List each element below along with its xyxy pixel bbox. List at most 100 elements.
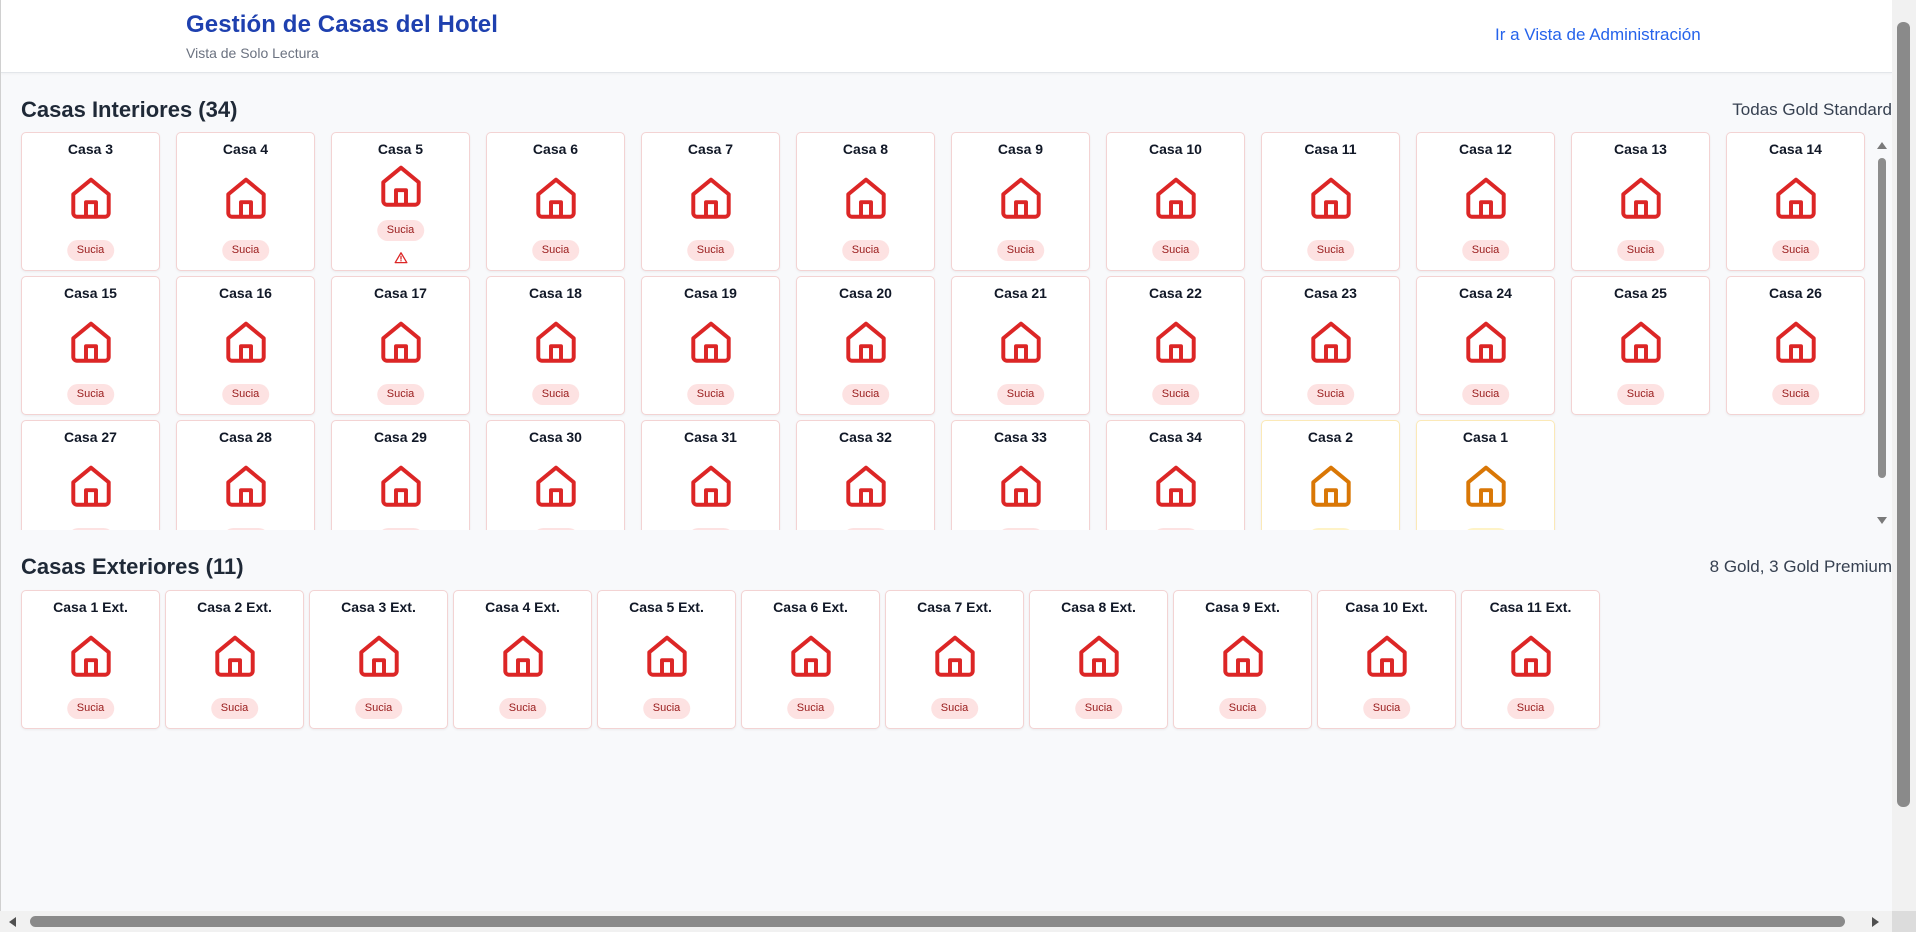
status-badge: Sucia bbox=[1461, 384, 1510, 405]
house-card[interactable]: Casa 24 Sucia bbox=[1416, 276, 1555, 415]
house-card[interactable]: Casa 11 Sucia bbox=[1261, 132, 1400, 271]
house-card[interactable]: Casa 11 Ext. Sucia bbox=[1461, 590, 1600, 729]
scrollbar-thumb[interactable] bbox=[1878, 158, 1886, 478]
house-name: Casa 4 Ext. bbox=[485, 599, 560, 615]
house-card[interactable]: Casa 32 bbox=[796, 420, 935, 530]
status-badge: Sucia bbox=[1461, 240, 1510, 261]
house-name: Casa 21 bbox=[994, 285, 1047, 301]
house-card[interactable]: Casa 10 Ext. Sucia bbox=[1317, 590, 1456, 729]
house-card[interactable]: Casa 1 Ext. Sucia bbox=[21, 590, 160, 729]
house-card[interactable]: Casa 2 Ext. Sucia bbox=[165, 590, 304, 729]
house-card[interactable]: Casa 29 bbox=[331, 420, 470, 530]
house-card[interactable]: Casa 33 bbox=[951, 420, 1090, 530]
house-card[interactable]: Casa 25 Sucia bbox=[1571, 276, 1710, 415]
house-icon bbox=[376, 161, 426, 211]
page-vertical-scrollbar[interactable] bbox=[1892, 0, 1916, 911]
house-card[interactable]: Casa 9 Ext. Sucia bbox=[1173, 590, 1312, 729]
house-name: Casa 25 bbox=[1614, 285, 1667, 301]
house-icon bbox=[66, 461, 116, 511]
house-name: Casa 15 bbox=[64, 285, 117, 301]
status-badge: Sucia bbox=[1616, 384, 1665, 405]
house-name: Casa 3 Ext. bbox=[341, 599, 416, 615]
house-card[interactable]: Casa 5 Sucia bbox=[331, 132, 470, 271]
house-name: Casa 2 Ext. bbox=[197, 599, 272, 615]
page-horizontal-scrollbar[interactable] bbox=[0, 911, 1892, 932]
status-badge: Sucia bbox=[354, 698, 403, 719]
status-badge: Sucia bbox=[1218, 698, 1267, 719]
house-icon bbox=[221, 317, 271, 367]
house-icon bbox=[686, 461, 736, 511]
status-badge: Sucia bbox=[376, 384, 425, 405]
house-name: Casa 10 Ext. bbox=[1345, 599, 1428, 615]
page-vertical-scrollbar-thumb[interactable] bbox=[1897, 22, 1910, 807]
house-name: Casa 9 bbox=[997, 141, 1044, 157]
status-badge: Sucia bbox=[1306, 384, 1355, 405]
house-card[interactable]: Casa 13 Sucia bbox=[1571, 132, 1710, 271]
house-icon bbox=[686, 173, 736, 223]
house-card[interactable]: Casa 22 Sucia bbox=[1106, 276, 1245, 415]
house-name: Casa 14 bbox=[1769, 141, 1822, 157]
scroll-left-arrow-icon[interactable] bbox=[9, 917, 16, 927]
house-name: Casa 34 bbox=[1149, 429, 1202, 445]
house-name: Casa 26 bbox=[1769, 285, 1822, 301]
house-card[interactable]: Casa 3 Sucia bbox=[21, 132, 160, 271]
house-name: Casa 5 bbox=[377, 141, 424, 157]
status-badge: Sucia bbox=[221, 384, 270, 405]
status-badge: Sucia bbox=[786, 698, 835, 719]
status-badge bbox=[532, 528, 579, 530]
house-card[interactable]: Casa 27 bbox=[21, 420, 160, 530]
house-card[interactable]: Casa 14 Sucia bbox=[1726, 132, 1865, 271]
house-card[interactable]: Casa 26 Sucia bbox=[1726, 276, 1865, 415]
house-card[interactable]: Casa 7 Sucia bbox=[641, 132, 780, 271]
house-card[interactable]: Casa 20 Sucia bbox=[796, 276, 935, 415]
interior-scrollbar[interactable] bbox=[1873, 134, 1891, 524]
house-card[interactable]: Casa 12 Sucia bbox=[1416, 132, 1555, 271]
scroll-up-arrow-icon[interactable] bbox=[1877, 142, 1887, 149]
house-card[interactable]: Casa 21 Sucia bbox=[951, 276, 1090, 415]
house-card[interactable]: Casa 6 Ext. Sucia bbox=[741, 590, 880, 729]
house-card[interactable]: Casa 19 Sucia bbox=[641, 276, 780, 415]
page-horizontal-scrollbar-thumb[interactable] bbox=[30, 916, 1845, 927]
house-icon bbox=[1506, 631, 1556, 681]
house-card[interactable]: Casa 18 Sucia bbox=[486, 276, 625, 415]
house-card[interactable]: Casa 15 Sucia bbox=[21, 276, 160, 415]
house-card[interactable]: Casa 28 bbox=[176, 420, 315, 530]
house-card[interactable]: Casa 1 bbox=[1416, 420, 1555, 530]
house-card[interactable]: Casa 16 Sucia bbox=[176, 276, 315, 415]
status-badge: Sucia bbox=[1151, 384, 1200, 405]
status-badge bbox=[842, 528, 889, 530]
admin-view-link[interactable]: Ir a Vista de Administración bbox=[1495, 25, 1701, 45]
house-name: Casa 32 bbox=[839, 429, 892, 445]
house-card[interactable]: Casa 31 bbox=[641, 420, 780, 530]
house-card[interactable]: Casa 2 bbox=[1261, 420, 1400, 530]
house-card[interactable]: Casa 4 Ext. Sucia bbox=[453, 590, 592, 729]
scroll-down-arrow-icon[interactable] bbox=[1877, 517, 1887, 524]
house-icon bbox=[221, 173, 271, 223]
interior-section-title: Casas Interiores (34) bbox=[21, 97, 238, 122]
house-icon bbox=[1306, 317, 1356, 367]
house-card[interactable]: Casa 34 bbox=[1106, 420, 1245, 530]
house-card[interactable]: Casa 5 Ext. Sucia bbox=[597, 590, 736, 729]
house-icon bbox=[996, 173, 1046, 223]
house-card[interactable]: Casa 3 Ext. Sucia bbox=[309, 590, 448, 729]
house-icon bbox=[376, 317, 426, 367]
house-card[interactable]: Casa 4 Sucia bbox=[176, 132, 315, 271]
house-card[interactable]: Casa 23 Sucia bbox=[1261, 276, 1400, 415]
status-badge bbox=[997, 528, 1044, 530]
house-card[interactable]: Casa 9 Sucia bbox=[951, 132, 1090, 271]
house-card[interactable]: Casa 17 Sucia bbox=[331, 276, 470, 415]
status-badge: Sucia bbox=[531, 240, 580, 261]
house-card[interactable]: Casa 8 Ext. Sucia bbox=[1029, 590, 1168, 729]
house-icon bbox=[66, 173, 116, 223]
scroll-right-arrow-icon[interactable] bbox=[1872, 917, 1879, 927]
house-card[interactable]: Casa 10 Sucia bbox=[1106, 132, 1245, 271]
interior-houses-scroll-area[interactable]: Casa 3 Sucia Casa 4 Sucia Casa 5 Sucia Casa 6 S… bbox=[1, 132, 1892, 530]
house-card[interactable]: Casa 7 Ext. Sucia bbox=[885, 590, 1024, 729]
status-badge bbox=[1462, 528, 1509, 530]
house-icon bbox=[1771, 317, 1821, 367]
house-icon bbox=[210, 631, 260, 681]
house-card[interactable]: Casa 8 Sucia bbox=[796, 132, 935, 271]
house-card[interactable]: Casa 6 Sucia bbox=[486, 132, 625, 271]
house-card[interactable]: Casa 30 bbox=[486, 420, 625, 530]
warning-icon bbox=[394, 251, 408, 265]
